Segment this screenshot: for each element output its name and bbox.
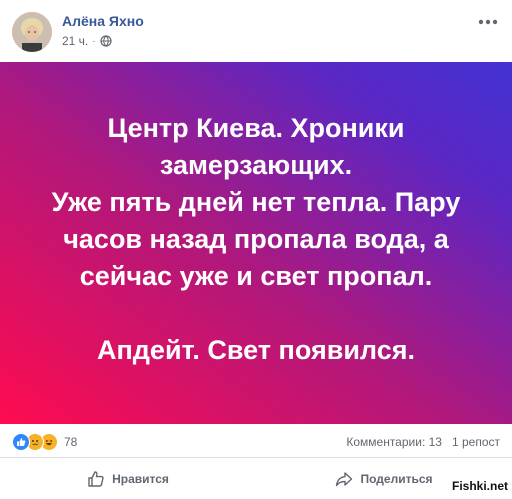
- post-text-blank-line: [46, 295, 466, 332]
- avatar-photo: [12, 12, 52, 52]
- like-button[interactable]: Нравится: [0, 458, 256, 499]
- like-reaction-icon: [12, 433, 30, 451]
- reactions-summary[interactable]: 78: [12, 433, 77, 451]
- author-name[interactable]: Алёна Яхно: [62, 13, 144, 29]
- post-text-line: часов назад пропала вода, а: [63, 223, 449, 254]
- post-text: Центр Киева. Хроники замерзающих. Уже пя…: [46, 110, 466, 369]
- post-stats: 78 Комментарии: 13 1 репост: [0, 424, 512, 458]
- post-text-line: Центр Киева. Хроники: [107, 112, 405, 143]
- watermark: Fishki.net: [451, 479, 508, 493]
- post-actions: Нравится Поделиться: [0, 458, 512, 499]
- post-text-line: замерзающих.: [159, 149, 353, 180]
- more-icon[interactable]: [476, 12, 500, 32]
- engagement-counts: Комментарии: 13 1 репост: [346, 435, 500, 449]
- post-text-line: сейчас уже и свет пропал.: [79, 260, 433, 291]
- globe-icon[interactable]: [100, 35, 112, 47]
- post-time[interactable]: 21 ч.: [62, 34, 88, 48]
- comments-count[interactable]: Комментарии: 13: [346, 435, 442, 449]
- meta-separator: ·: [92, 35, 96, 47]
- reactions-count[interactable]: 78: [64, 435, 77, 449]
- post-text-line: Апдейт. Свет появился.: [96, 334, 415, 365]
- post-header: Алёна Яхно 21 ч. ·: [0, 0, 512, 62]
- thumbs-up-icon: [88, 470, 104, 487]
- like-button-label: Нравится: [112, 471, 169, 486]
- share-button-label: Поделиться: [360, 471, 433, 486]
- post-text-line: Уже пять дней нет тепла. Пару: [51, 186, 461, 217]
- avatar[interactable]: [12, 12, 52, 52]
- share-arrow-icon: [336, 471, 353, 486]
- shares-count[interactable]: 1 репост: [452, 435, 500, 449]
- post-background[interactable]: Центр Киева. Хроники замерзающих. Уже пя…: [0, 62, 512, 424]
- post-meta: 21 ч. ·: [62, 34, 112, 48]
